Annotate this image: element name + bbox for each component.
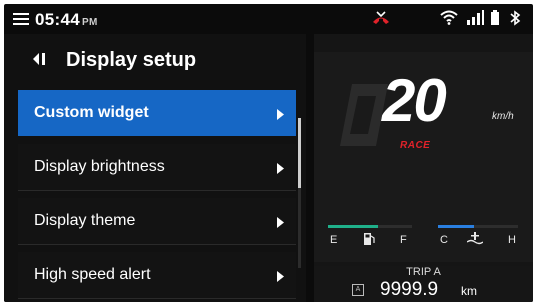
trip-value: 9999.9 [380,279,439,300]
speed-value: 20 [382,67,447,134]
temp-high-label: H [508,234,516,246]
settings-menu: Display setup Custom widget Display brig… [4,34,306,302]
status-bar: 05:44 PM [4,4,533,34]
trip-badge: A [352,284,364,296]
phone-missed-icon [372,11,390,30]
chevron-right-icon [277,161,284,179]
dashboard-preview: 20 km/h RACE E F C H TRIP A A 9999.9 km [314,34,533,302]
page-title: Display setup [66,49,197,71]
temp-low-label: C [440,234,448,246]
bluetooth-icon [509,10,521,31]
chevron-right-icon [277,215,284,233]
menu-item-display-brightness[interactable]: Display brightness [18,144,296,191]
menu-icon[interactable] [13,13,29,25]
temperature-gauge-bar [438,225,518,228]
menu-item-high-speed-alert[interactable]: High speed alert [18,252,296,299]
trip-unit: km [461,284,477,298]
menu-header: Display setup [4,34,306,90]
menu-item-display-theme[interactable]: Display theme [18,198,296,245]
speedometer-widget: 20 km/h RACE E F C H [314,52,533,262]
signal-icon [466,10,484,30]
menu-item-custom-widget[interactable]: Custom widget [18,90,296,136]
scrollbar-thumb[interactable] [298,118,301,188]
menu-item-label: High speed alert [34,266,151,283]
device-screen: 05:44 PM Display setup Custom widget Dis… [4,4,533,302]
clock-ampm: PM [81,17,98,28]
fuel-pump-icon [364,232,375,250]
chevron-right-icon [277,107,284,125]
riding-mode: RACE [400,140,431,151]
chevron-right-icon [277,269,284,287]
menu-item-label: Display theme [34,212,136,229]
clock-time: 05:44 [35,10,80,29]
back-icon[interactable] [32,52,48,71]
menu-item-label: Display brightness [34,158,165,175]
menu-scrollbar[interactable] [298,118,301,268]
coolant-temperature-icon [466,232,484,250]
menu-item-label: Custom widget [34,104,149,121]
clock: 05:44 PM [35,10,98,30]
fuel-low-label: E [330,234,338,246]
fuel-gauge-bar [328,225,412,228]
fuel-high-label: F [400,234,407,246]
wifi-icon [440,10,458,30]
speed-unit: km/h [492,111,514,122]
trip-meter: TRIP A A 9999.9 km [314,266,533,302]
battery-icon [491,10,499,30]
trip-title: TRIP A [406,266,441,278]
